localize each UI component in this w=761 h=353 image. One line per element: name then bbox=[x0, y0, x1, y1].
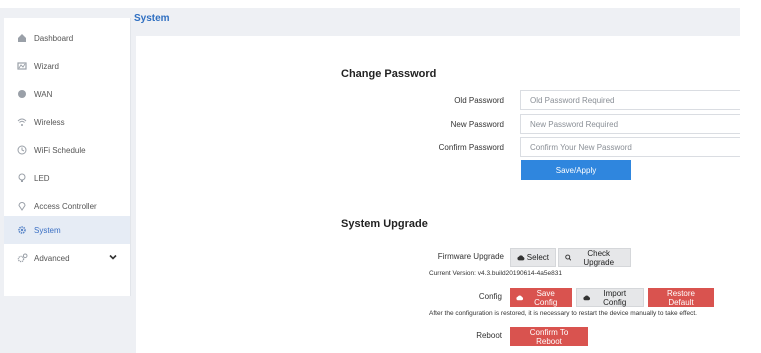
sidebar-item-system[interactable]: System bbox=[4, 216, 130, 244]
wireless-icon bbox=[16, 116, 28, 128]
sidebar-item-label: Dashboard bbox=[34, 33, 74, 43]
change-password-title: Change Password bbox=[341, 68, 437, 80]
config-label: Config bbox=[478, 292, 502, 301]
sidebar-item-wizard[interactable]: Wizard bbox=[4, 52, 130, 80]
sidebar-item-label: Advanced bbox=[34, 253, 70, 263]
cloud-icon bbox=[517, 255, 525, 261]
sidebar-item-label: WiFi Schedule bbox=[34, 145, 86, 155]
import-config-label: Import Config bbox=[603, 288, 627, 307]
sidebar-item-label: LED bbox=[34, 173, 50, 183]
new-password-label: New Password bbox=[450, 120, 504, 129]
bulb-icon bbox=[16, 172, 28, 184]
confirm-reboot-button[interactable]: Confirm To Reboot bbox=[510, 327, 588, 346]
sidebar-item-label: WAN bbox=[34, 89, 53, 99]
sidebar-item-label: Access Controller bbox=[34, 201, 97, 211]
sidebar-item-wan[interactable]: WAN bbox=[4, 80, 130, 108]
sidebar-item-label: System bbox=[34, 225, 61, 235]
page-title: System bbox=[134, 13, 170, 24]
check-upgrade-button[interactable]: Check Upgrade bbox=[558, 248, 631, 267]
location-icon bbox=[16, 200, 28, 212]
sidebar-item-dashboard[interactable]: Dashboard bbox=[4, 24, 130, 52]
check-upgrade-label: Check Upgrade bbox=[583, 248, 615, 267]
chevron-down-icon[interactable] bbox=[108, 252, 118, 262]
select-firmware-button[interactable]: Select bbox=[510, 248, 556, 267]
search-icon bbox=[565, 254, 572, 261]
sidebar-item-led[interactable]: LED bbox=[4, 164, 130, 192]
main-panel: Change Password Old Password New Passwor… bbox=[136, 36, 740, 353]
sidebar-item-wifi-schedule[interactable]: WiFi Schedule bbox=[4, 136, 130, 164]
reboot-label: Reboot bbox=[476, 331, 502, 340]
system-upgrade-title: System Upgrade bbox=[341, 218, 428, 230]
cloud-icon bbox=[516, 295, 524, 301]
cloud-upload-icon bbox=[583, 295, 591, 301]
firmware-upgrade-label: Firmware Upgrade bbox=[437, 252, 504, 261]
gear-icon bbox=[16, 224, 28, 236]
sidebar-item-label: Wizard bbox=[34, 61, 59, 71]
sidebar-item-wireless[interactable]: Wireless bbox=[4, 108, 130, 136]
save-apply-button[interactable]: Save/Apply bbox=[521, 160, 631, 180]
save-config-label: Save Config bbox=[534, 288, 558, 307]
sidebar-item-advanced[interactable]: Advanced bbox=[4, 244, 130, 272]
import-config-button[interactable]: Import Config bbox=[576, 288, 644, 307]
current-version-text: Current Version: v4.3.build20190614-4a5e… bbox=[429, 270, 562, 277]
save-config-button[interactable]: Save Config bbox=[510, 288, 572, 307]
select-label: Select bbox=[526, 253, 549, 262]
old-password-field[interactable] bbox=[520, 90, 740, 110]
gears-icon bbox=[16, 252, 28, 264]
restore-note-text: After the configuration is restored, it … bbox=[429, 310, 697, 317]
restore-default-button[interactable]: Restore Default bbox=[648, 288, 714, 307]
wizard-icon bbox=[16, 60, 28, 72]
clock-icon bbox=[16, 144, 28, 156]
dashboard-icon bbox=[16, 32, 28, 44]
confirm-password-field[interactable] bbox=[520, 137, 740, 157]
new-password-field[interactable] bbox=[520, 114, 740, 134]
old-password-label: Old Password bbox=[454, 96, 504, 105]
confirm-password-label: Confirm Password bbox=[438, 143, 504, 152]
wan-icon bbox=[16, 88, 28, 100]
sidebar: Dashboard Wizard WAN Wireless WiFi Sched… bbox=[4, 18, 131, 296]
sidebar-item-label: Wireless bbox=[34, 117, 65, 127]
